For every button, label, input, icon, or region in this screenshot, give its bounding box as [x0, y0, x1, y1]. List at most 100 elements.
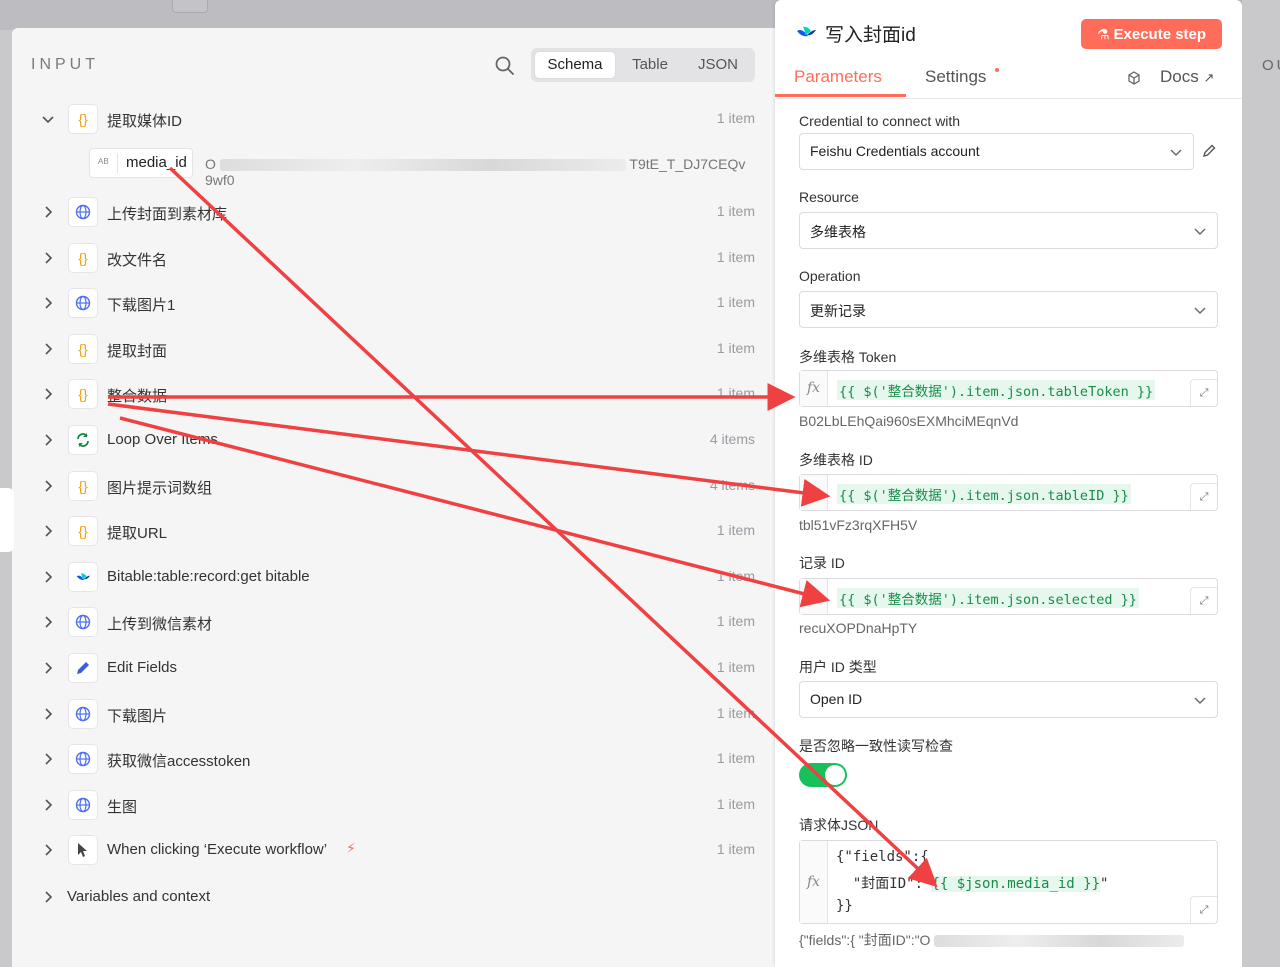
- tab-schema[interactable]: Schema: [535, 52, 615, 78]
- tab-settings[interactable]: Settings: [925, 67, 986, 87]
- cube-icon[interactable]: [1126, 70, 1142, 86]
- braces-icon: {}: [68, 471, 98, 501]
- chevron-right-icon[interactable]: [41, 342, 55, 356]
- ignore-check-toggle[interactable]: [799, 763, 847, 787]
- node-count: 1 item: [716, 522, 755, 538]
- search-icon[interactable]: [494, 55, 516, 77]
- redacted-block: [219, 159, 626, 172]
- chevron-down-icon: [1170, 149, 1182, 156]
- chevron-down-icon: [1194, 228, 1206, 235]
- operation-select[interactable]: 更新记录: [799, 291, 1218, 328]
- chevron-right-icon[interactable]: [41, 479, 55, 493]
- record-expression: {{ $('整合数据').item.json.selected }}: [837, 588, 1139, 608]
- expand-icon[interactable]: ⤢: [1190, 483, 1217, 510]
- node-count: 1 item: [716, 568, 755, 584]
- chevron-right-icon[interactable]: [41, 798, 55, 812]
- node-row[interactable]: Loop Over Items 4 items: [12, 421, 775, 461]
- userid-label: 用户 ID 类型: [799, 659, 877, 675]
- chevron-right-icon[interactable]: [41, 524, 55, 538]
- credential-label: Credential to connect with: [799, 113, 961, 129]
- parameters-panel: 写入封面id ⚗ Execute step Parameters Settings…: [775, 0, 1242, 967]
- tableid-expression-field[interactable]: fx {{ $('整合数据').item.json.tableID }} ⤢: [799, 474, 1218, 511]
- node-label: 获取微信accesstoken: [107, 753, 251, 770]
- node-label: Loop Over Items: [107, 431, 218, 448]
- node-count: 1 item: [716, 294, 755, 310]
- credential-select[interactable]: Feishu Credentials account: [799, 133, 1194, 170]
- json-body-label: 请求体JSON: [799, 817, 879, 833]
- tab-parameters[interactable]: Parameters: [794, 67, 882, 87]
- node-label: 提取URL: [107, 525, 168, 542]
- json-line-3: }}: [836, 898, 853, 914]
- feishu-icon: [797, 26, 816, 37]
- node-count: 1 item: [716, 705, 755, 721]
- braces-icon: {}: [68, 334, 98, 364]
- collapse-handle[interactable]: [0, 488, 14, 552]
- token-expression-field[interactable]: fx {{ $('整合数据').item.json.tableToken }} …: [799, 370, 1218, 407]
- node-row[interactable]: 获取微信accesstoken 1 item: [12, 740, 775, 780]
- node-row[interactable]: Edit Fields 1 item: [12, 649, 775, 689]
- node-row[interactable]: {} 提取URL 1 item: [12, 512, 775, 552]
- node-count: 1 item: [716, 385, 755, 401]
- field-value: O T9tE_T_DJ7CEQv 9wf0: [205, 156, 753, 188]
- resource-value: 多维表格: [810, 224, 866, 240]
- tab-docs[interactable]: Docs ↗: [1160, 67, 1214, 87]
- node-row[interactable]: 上传封面到素材库 1 item: [12, 193, 775, 233]
- node-count: 4 items: [709, 477, 755, 493]
- chevron-right-icon[interactable]: [41, 843, 55, 857]
- globe-icon: [68, 699, 98, 729]
- chevron-right-icon[interactable]: [41, 296, 55, 310]
- node-row[interactable]: {} 整合数据 1 item: [12, 375, 775, 415]
- node-count: 1 item: [716, 110, 755, 126]
- lightning-icon: ⚡: [346, 840, 356, 856]
- chevron-right-icon[interactable]: [41, 387, 55, 401]
- chevron-right-icon[interactable]: [41, 752, 55, 766]
- fx-icon: fx: [800, 841, 828, 923]
- chevron-right-icon[interactable]: [41, 661, 55, 675]
- node-label: 上传封面到素材库: [107, 206, 228, 223]
- node-row[interactable]: {} 图片提示词数组 4 items: [12, 467, 775, 507]
- globe-icon: [68, 744, 98, 774]
- node-count: 1 item: [716, 750, 755, 766]
- chevron-right-icon[interactable]: [41, 433, 55, 447]
- tab-json[interactable]: JSON: [685, 52, 751, 78]
- json-body-field[interactable]: fx {"fields":{ "封面ID":"{{ $json.media_id…: [799, 840, 1218, 924]
- node-row[interactable]: Bitable:table:record:get bitable 1 item: [12, 558, 775, 598]
- chevron-right-icon[interactable]: [41, 890, 55, 904]
- chevron-right-icon[interactable]: [41, 251, 55, 265]
- node-row[interactable]: {} 改文件名 1 item: [12, 239, 775, 279]
- string-type-icon: AB: [98, 157, 109, 166]
- tableid-result: tbl51vFz3rqXFH5V: [799, 517, 918, 533]
- chevron-right-icon[interactable]: [41, 570, 55, 584]
- node-row[interactable]: 上传到微信素材 1 item: [12, 603, 775, 643]
- expand-icon[interactable]: ⤢: [1190, 587, 1217, 614]
- node-row[interactable]: When clicking ‘Execute workflow’ 1 item ⚡: [12, 831, 775, 871]
- globe-icon: [68, 607, 98, 637]
- chevron-right-icon[interactable]: [41, 615, 55, 629]
- field-chip[interactable]: AB media_id: [89, 148, 193, 178]
- expand-icon[interactable]: ⤢: [1190, 896, 1217, 923]
- node-row[interactable]: 下载图片1 1 item: [12, 284, 775, 324]
- execute-step-button[interactable]: ⚗ Execute step: [1081, 19, 1222, 49]
- chevron-down-icon[interactable]: [41, 112, 55, 126]
- chevron-down-icon: [1194, 697, 1206, 704]
- expand-icon[interactable]: ⤢: [1190, 379, 1217, 406]
- feishu-icon: [68, 562, 98, 592]
- token-result: B02LbLEhQai960sEXMhciMEqnVd: [799, 413, 1019, 429]
- variables-row[interactable]: Variables and context: [45, 888, 210, 905]
- edit-pencil-icon[interactable]: [1201, 143, 1217, 159]
- node-row[interactable]: {} 提取封面 1 item: [12, 330, 775, 370]
- node-title[interactable]: 写入封面id: [825, 20, 916, 47]
- userid-select[interactable]: Open ID: [799, 681, 1218, 718]
- node-label: 下载图片: [107, 708, 168, 725]
- resource-select[interactable]: 多维表格: [799, 212, 1218, 249]
- chevron-right-icon[interactable]: [41, 205, 55, 219]
- record-expression-field[interactable]: fx {{ $('整合数据').item.json.selected }} ⤢: [799, 578, 1218, 615]
- node-row-expanded[interactable]: {} 提取媒体ID 1 item: [12, 100, 775, 140]
- node-row[interactable]: 下载图片 1 item: [12, 695, 775, 735]
- chevron-right-icon[interactable]: [41, 707, 55, 721]
- node-count: 1 item: [716, 203, 755, 219]
- node-label: 改文件名: [107, 252, 168, 269]
- operation-value: 更新记录: [810, 303, 866, 319]
- tab-table[interactable]: Table: [617, 52, 683, 78]
- node-row[interactable]: 生图 1 item: [12, 786, 775, 826]
